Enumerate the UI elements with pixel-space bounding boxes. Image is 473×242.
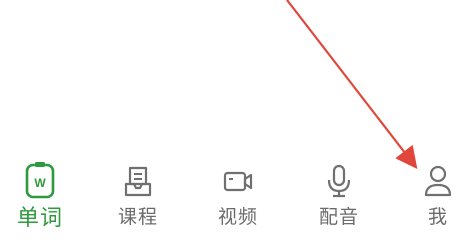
course-icon xyxy=(124,166,152,197)
word-book-icon: W xyxy=(25,162,55,199)
app-screen: W 单词 课程 视频 配音 我 xyxy=(0,0,473,242)
bottom-tab-bar: W 单词 课程 视频 配音 我 xyxy=(0,146,473,242)
arrow-line xyxy=(286,0,418,169)
user-profile-icon xyxy=(424,165,452,197)
tab-dub[interactable]: 配音 xyxy=(299,146,379,242)
video-camera-icon xyxy=(223,171,253,192)
tab-dub-label: 配音 xyxy=(318,206,359,228)
tab-word[interactable]: W 单词 xyxy=(0,146,80,242)
svg-text:W: W xyxy=(34,176,46,190)
tab-video-label: 视频 xyxy=(217,206,258,228)
tab-video[interactable]: 视频 xyxy=(198,146,278,242)
tab-course[interactable]: 课程 xyxy=(98,146,178,242)
tab-word-label: 单词 xyxy=(16,206,63,231)
tab-me-label: 我 xyxy=(427,206,448,228)
microphone-icon xyxy=(327,164,351,198)
tab-course-label: 课程 xyxy=(117,206,158,228)
tab-me[interactable]: 我 xyxy=(398,146,473,242)
